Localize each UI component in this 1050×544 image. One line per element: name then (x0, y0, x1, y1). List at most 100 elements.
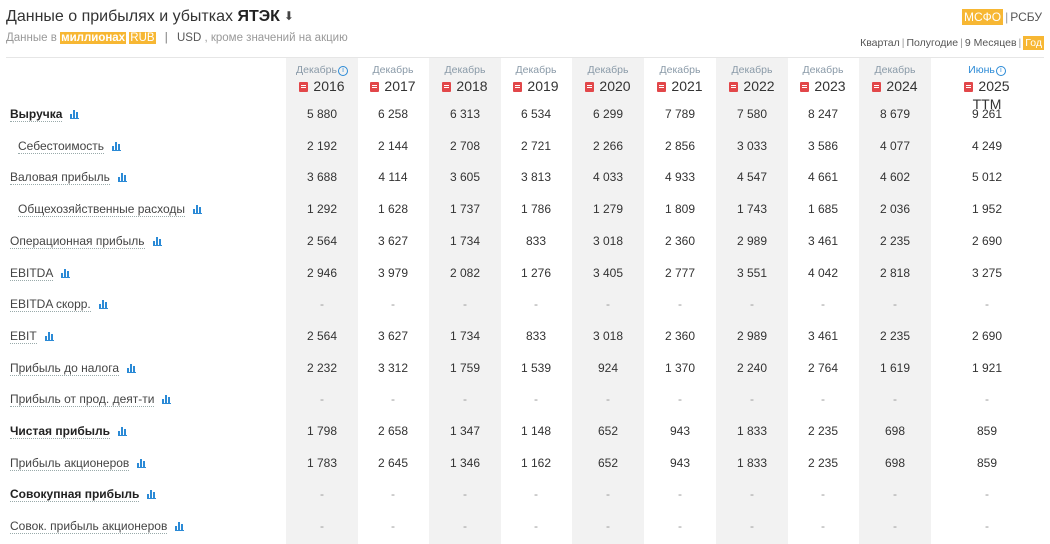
table-cell: 2 036 (879, 202, 911, 216)
table-cell: 1 347 (449, 424, 481, 438)
pdf-report-icon[interactable] (442, 82, 452, 92)
period-half[interactable]: Полугодие (907, 37, 959, 49)
bar-chart-icon[interactable] (117, 173, 127, 182)
row-label[interactable]: Прибыль до налога (10, 358, 136, 378)
table-cell: - (750, 392, 754, 406)
pdf-report-icon[interactable] (585, 82, 595, 92)
currency-rub[interactable]: RUB (129, 32, 156, 44)
standard-ras[interactable]: РСБУ (1010, 10, 1042, 24)
column-header: Декабрь 2024 (859, 64, 931, 95)
standard-ifrs[interactable]: МСФО (961, 9, 1004, 25)
info-icon[interactable]: i (995, 66, 1006, 76)
bar-chart-icon[interactable] (117, 427, 127, 436)
column-month: Декабрь (731, 64, 773, 76)
currency-usd[interactable]: USD (177, 32, 201, 44)
table-cell: 3 018 (592, 234, 624, 248)
table-cell: 2 690 (971, 234, 1003, 248)
table-cell: 1 628 (377, 202, 409, 216)
row-label[interactable]: Совокупная прибыль (10, 484, 157, 504)
table-cell: - (391, 297, 395, 311)
standard-separator: | (1005, 10, 1009, 24)
bar-chart-icon[interactable] (112, 142, 122, 151)
table-cell: 2 690 (971, 329, 1003, 343)
table-cell: 1 809 (664, 202, 696, 216)
row-label-text: Прибыль до налога (10, 361, 119, 376)
period-quarter[interactable]: Квартал (860, 37, 900, 49)
table-cell: 1 370 (664, 361, 696, 375)
bar-chart-icon[interactable] (137, 459, 147, 468)
bar-chart-icon[interactable] (44, 332, 54, 341)
row-label[interactable]: Чистая прибыль (10, 421, 127, 441)
column-header: Июнь i 2025 TTM (951, 64, 1023, 112)
table-cell: 698 (884, 456, 906, 470)
bar-chart-icon[interactable] (70, 110, 80, 119)
column-header: Декабрь 2018 (429, 64, 501, 95)
bar-chart-icon[interactable] (98, 300, 108, 309)
table-cell: 6 313 (449, 107, 481, 121)
table-cell: 652 (597, 424, 619, 438)
row-label[interactable]: EBIT (10, 326, 54, 346)
units-suffix: , кроме значений на акцию (204, 32, 348, 44)
row-label[interactable]: EBITDA (10, 263, 71, 283)
column-header: Декабрь 2023 (787, 64, 859, 95)
row-label[interactable]: Общехозяйственные расходы (18, 199, 203, 219)
row-label-text: Прибыль от прод. деят-ти (10, 392, 155, 407)
table-cell: 1 921 (971, 361, 1003, 375)
row-label-text: Чистая прибыль (10, 424, 110, 439)
bar-chart-icon[interactable] (61, 269, 71, 278)
pdf-report-icon[interactable] (370, 82, 380, 92)
period-year[interactable]: Год (1023, 36, 1044, 50)
pdf-report-icon[interactable] (964, 82, 974, 92)
pdf-report-icon[interactable] (299, 82, 309, 92)
table-cell: 2 946 (306, 266, 338, 280)
table-cell: 3 461 (807, 234, 839, 248)
table-cell: - (893, 392, 897, 406)
pdf-report-icon[interactable] (657, 82, 667, 92)
table-cell: - (893, 519, 897, 533)
pdf-report-icon[interactable] (800, 82, 810, 92)
table-cell: 2 235 (879, 234, 911, 248)
row-label[interactable]: EBITDA скорр. (10, 294, 108, 314)
bar-chart-icon[interactable] (175, 522, 185, 531)
table-cell: 2 564 (306, 329, 338, 343)
pdf-report-icon[interactable] (872, 82, 882, 92)
download-icon[interactable]: ⬇ (284, 9, 294, 23)
bar-chart-icon[interactable] (127, 364, 136, 373)
table-cell: 5 012 (971, 170, 1003, 184)
pdf-report-icon[interactable] (513, 82, 523, 92)
table-cell: 2 989 (736, 234, 768, 248)
table-cell: 3 405 (592, 266, 624, 280)
row-label[interactable]: Валовая прибыль (10, 167, 127, 187)
row-label-text: Операционная прибыль (10, 234, 145, 249)
row-label[interactable]: Выручка (10, 104, 80, 124)
table-cell: 3 605 (449, 170, 481, 184)
row-label[interactable]: Совок. прибыль акционеров (10, 516, 185, 536)
row-label[interactable]: Себестоимость (18, 136, 122, 156)
table-cell: - (534, 297, 538, 311)
row-label[interactable]: Операционная прибыль (10, 231, 162, 251)
units-scale[interactable]: миллионах (60, 32, 127, 44)
table-cell: 2 192 (306, 139, 338, 153)
table-cell: 3 018 (592, 329, 624, 343)
table-cell: - (606, 519, 610, 533)
table-cell: 4 033 (592, 170, 624, 184)
info-icon[interactable]: i (337, 66, 348, 76)
row-label[interactable]: Прибыль от прод. деят-ти (10, 389, 172, 409)
table-cell: 2 266 (592, 139, 624, 153)
table-row: Общехозяйственные расходы 1 292 1 628 1 737… (0, 199, 1050, 219)
column-month: Декабрь (296, 64, 337, 76)
table-cell: 4 077 (879, 139, 911, 153)
bar-chart-icon[interactable] (193, 205, 203, 214)
table-cell: 1 786 (520, 202, 552, 216)
table-cell: 2 144 (377, 139, 409, 153)
bar-chart-icon[interactable] (162, 395, 172, 404)
table-cell: 2 658 (377, 424, 409, 438)
bar-chart-icon[interactable] (152, 237, 162, 246)
row-label[interactable]: Прибыль акционеров (10, 453, 147, 473)
table-row: Совокупная прибыль - - - - - - - - - - (0, 484, 1050, 504)
period-nine-months[interactable]: 9 Месяцев (965, 37, 1017, 49)
table-cell: - (985, 487, 989, 501)
row-label-text: Валовая прибыль (10, 170, 110, 185)
bar-chart-icon[interactable] (147, 490, 157, 499)
pdf-report-icon[interactable] (729, 82, 739, 92)
